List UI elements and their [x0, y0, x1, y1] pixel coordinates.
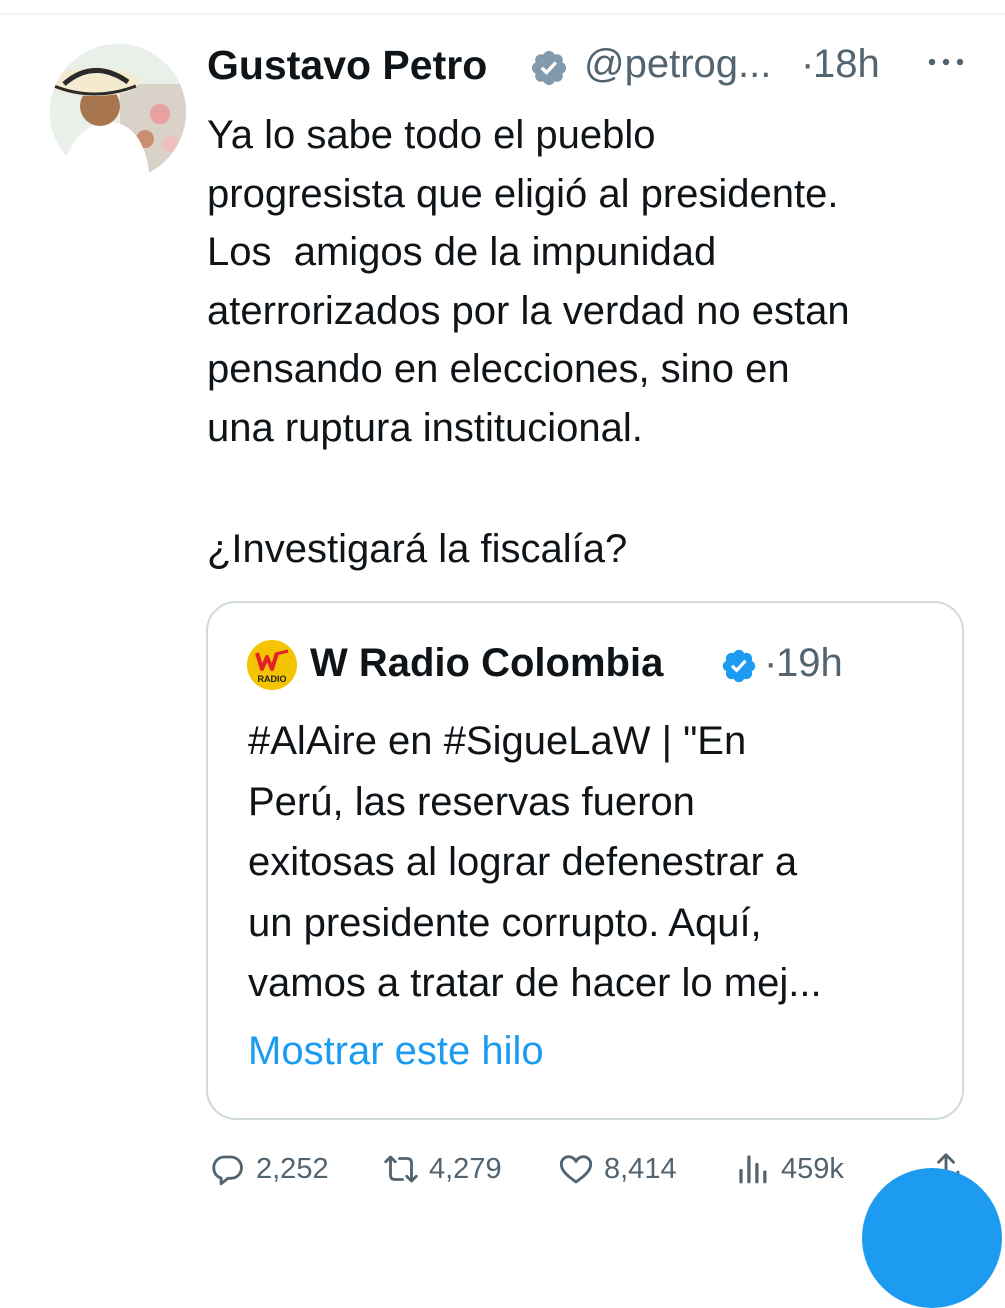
tweet-text: Ya lo sabe todo el pueblo progresista qu… — [207, 106, 987, 457]
tweet-text-line: una ruptura institucional. — [207, 405, 643, 450]
verified-badge-icon — [722, 649, 756, 683]
tweet-question: ¿Investigará la fiscalía? — [207, 527, 628, 571]
more-icon[interactable] — [926, 54, 966, 70]
quote-text: #AlAire en #SigueLaW | "En Perú, las res… — [248, 711, 822, 1014]
tweet-text-line: Ya lo sabe todo el pueblo — [207, 113, 656, 157]
retweet-icon — [384, 1155, 418, 1183]
retweet-count: 4,279 — [429, 1152, 502, 1185]
tweet-text-line: progresista que eligió al presidente. — [207, 171, 839, 216]
author-name[interactable]: Gustavo Petro — [207, 42, 487, 89]
verified-badge-icon — [531, 50, 567, 86]
views-count: 459k — [781, 1152, 844, 1185]
quoted-tweet-card[interactable]: RADIO W Radio Colombia · 19h #AlAire en … — [206, 601, 964, 1120]
views-icon — [739, 1155, 767, 1184]
quote-text-line: #AlAire en #SigueLaW | "En — [248, 719, 747, 763]
tweet-timestamp[interactable]: 18h — [813, 42, 880, 87]
w-radio-logo: RADIO — [247, 640, 297, 690]
quote-text-line: vamos a tratar de hacer lo mej... — [248, 961, 822, 1005]
quote-text-line: un presidente corrupto. Aquí, — [248, 900, 762, 945]
quote-author-name[interactable]: W Radio Colombia — [310, 641, 663, 686]
tweet-action-bar: 2,252 4,279 8,414 459k — [0, 1146, 1005, 1200]
compose-button[interactable] — [862, 1168, 1002, 1308]
views-button[interactable]: 459k — [735, 1146, 844, 1192]
quote-text-line: exitosas al lograr defenestrar a — [248, 840, 798, 884]
quote-timestamp[interactable]: 19h — [776, 641, 843, 686]
like-icon — [559, 1155, 593, 1184]
reply-count: 2,252 — [256, 1152, 329, 1185]
avatar-image — [50, 44, 186, 180]
author-avatar[interactable] — [50, 44, 186, 180]
tweet-text-line: Los amigos de la impunidad — [207, 230, 717, 274]
logo-text: RADIO — [258, 674, 287, 684]
tweet-header: Gustavo Petro @petrog... · 18h — [207, 38, 997, 94]
quote-text-line: Perú, las reservas fueron — [248, 779, 695, 824]
reply-button[interactable]: 2,252 — [210, 1146, 329, 1192]
reply-icon — [212, 1155, 243, 1186]
tweet-text-line: aterrorizados por la verdad no estan — [207, 288, 850, 333]
show-thread-link[interactable]: Mostrar este hilo — [248, 1029, 544, 1074]
like-button[interactable]: 8,414 — [558, 1146, 677, 1192]
like-count: 8,414 — [604, 1152, 677, 1185]
top-divider — [0, 13, 1005, 15]
tweet-text-line: pensando en elecciones, sino en — [207, 347, 790, 391]
retweet-button[interactable]: 4,279 — [383, 1146, 502, 1192]
author-handle[interactable]: @petrog... — [584, 42, 771, 87]
